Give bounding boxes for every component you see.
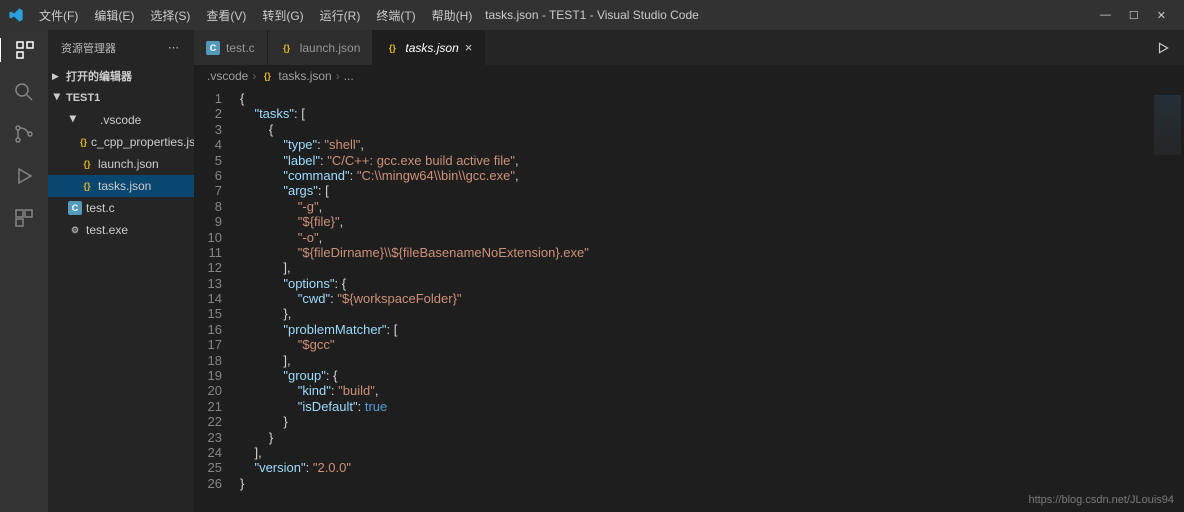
search-icon[interactable] [12,80,36,104]
menu-item[interactable]: 帮助(H) [425,3,480,28]
tree-item[interactable]: {}launch.json [48,153,194,175]
file-tree: ▶打开的编辑器▶TEST1▶.vscode{}c_cpp_properties.… [48,65,194,241]
titlebar: 文件(F)编辑(E)选择(S)查看(V)转到(G)运行(R)终端(T)帮助(H)… [0,0,1184,30]
json-file-icon: {} [280,41,294,55]
json-file-icon: {} [80,179,94,193]
menu-item[interactable]: 查看(V) [199,3,253,28]
code-content[interactable]: { "tasks": [ { "type": "shell", "label":… [240,87,1150,512]
json-file-icon: {} [80,135,87,149]
-file-icon [82,113,96,127]
tab-close-icon[interactable]: × [465,40,473,55]
sidebar: 资源管理器 ⋯ ▶打开的编辑器▶TEST1▶.vscode{}c_cpp_pro… [48,30,194,512]
menu-item[interactable]: 运行(R) [313,3,368,28]
tree-item[interactable]: {}c_cpp_properties.json [48,131,194,153]
json-file-icon: {} [385,41,399,55]
editor-tab[interactable]: {}tasks.json× [373,30,485,65]
maximize-icon[interactable]: ☐ [1129,9,1139,22]
minimize-icon[interactable]: — [1100,9,1111,22]
window-controls: — ☐ ✕ [1100,9,1176,22]
c-file-icon: C [206,41,220,55]
vscode-logo-icon [8,7,24,23]
tree-section[interactable]: ▶打开的编辑器 [48,65,194,87]
minimap[interactable] [1150,87,1184,512]
run-debug-icon[interactable] [12,164,36,188]
close-icon[interactable]: ✕ [1157,9,1166,22]
breadcrumb-item[interactable]: .vscode [207,69,248,83]
menu-item[interactable]: 终端(T) [369,3,422,28]
breadcrumb[interactable]: .vscode › {}tasks.json › ... [194,65,1184,87]
editor-area: Ctest.c{}launch.json{}tasks.json× .vscod… [194,30,1184,512]
editor-tab[interactable]: Ctest.c [194,30,268,65]
menu-item[interactable]: 编辑(E) [87,3,141,28]
line-gutter: 1234567891011121314151617181920212223242… [194,87,240,512]
extensions-icon[interactable] [12,206,36,230]
window-title: tasks.json - TEST1 - Visual Studio Code [485,8,699,22]
c-file-icon: C [68,201,82,215]
sidebar-title: 资源管理器 [61,40,116,56]
breadcrumb-item[interactable]: tasks.json [278,69,331,83]
menu-item[interactable]: 选择(S) [143,3,197,28]
editor-tab[interactable]: {}launch.json [268,30,374,65]
activity-bar [0,30,48,512]
tree-item[interactable]: ▶.vscode [48,109,194,131]
tree-item[interactable]: {}tasks.json [48,175,194,197]
sidebar-more-icon[interactable]: ⋯ [168,41,181,54]
exe-file-icon: ⚙ [68,223,82,237]
menu-item[interactable]: 转到(G) [255,3,310,28]
source-control-icon[interactable] [12,122,36,146]
tree-item[interactable]: Ctest.c [48,197,194,219]
sidebar-header: 资源管理器 ⋯ [48,30,194,65]
watermark: https://blog.csdn.net/JLouis94 [1028,494,1174,506]
explorer-icon[interactable] [0,38,47,62]
tree-item[interactable]: ⚙test.exe [48,219,194,241]
breadcrumb-item[interactable]: ... [344,69,354,83]
menu-bar: 文件(F)编辑(E)选择(S)查看(V)转到(G)运行(R)终端(T)帮助(H) [32,3,479,28]
run-tab-icon[interactable] [1142,30,1184,65]
tab-bar: Ctest.c{}launch.json{}tasks.json× [194,30,1184,65]
menu-item[interactable]: 文件(F) [32,3,85,28]
tree-section[interactable]: ▶TEST1 [48,87,194,109]
json-file-icon: {} [80,157,94,171]
code-editor[interactable]: 1234567891011121314151617181920212223242… [194,87,1184,512]
